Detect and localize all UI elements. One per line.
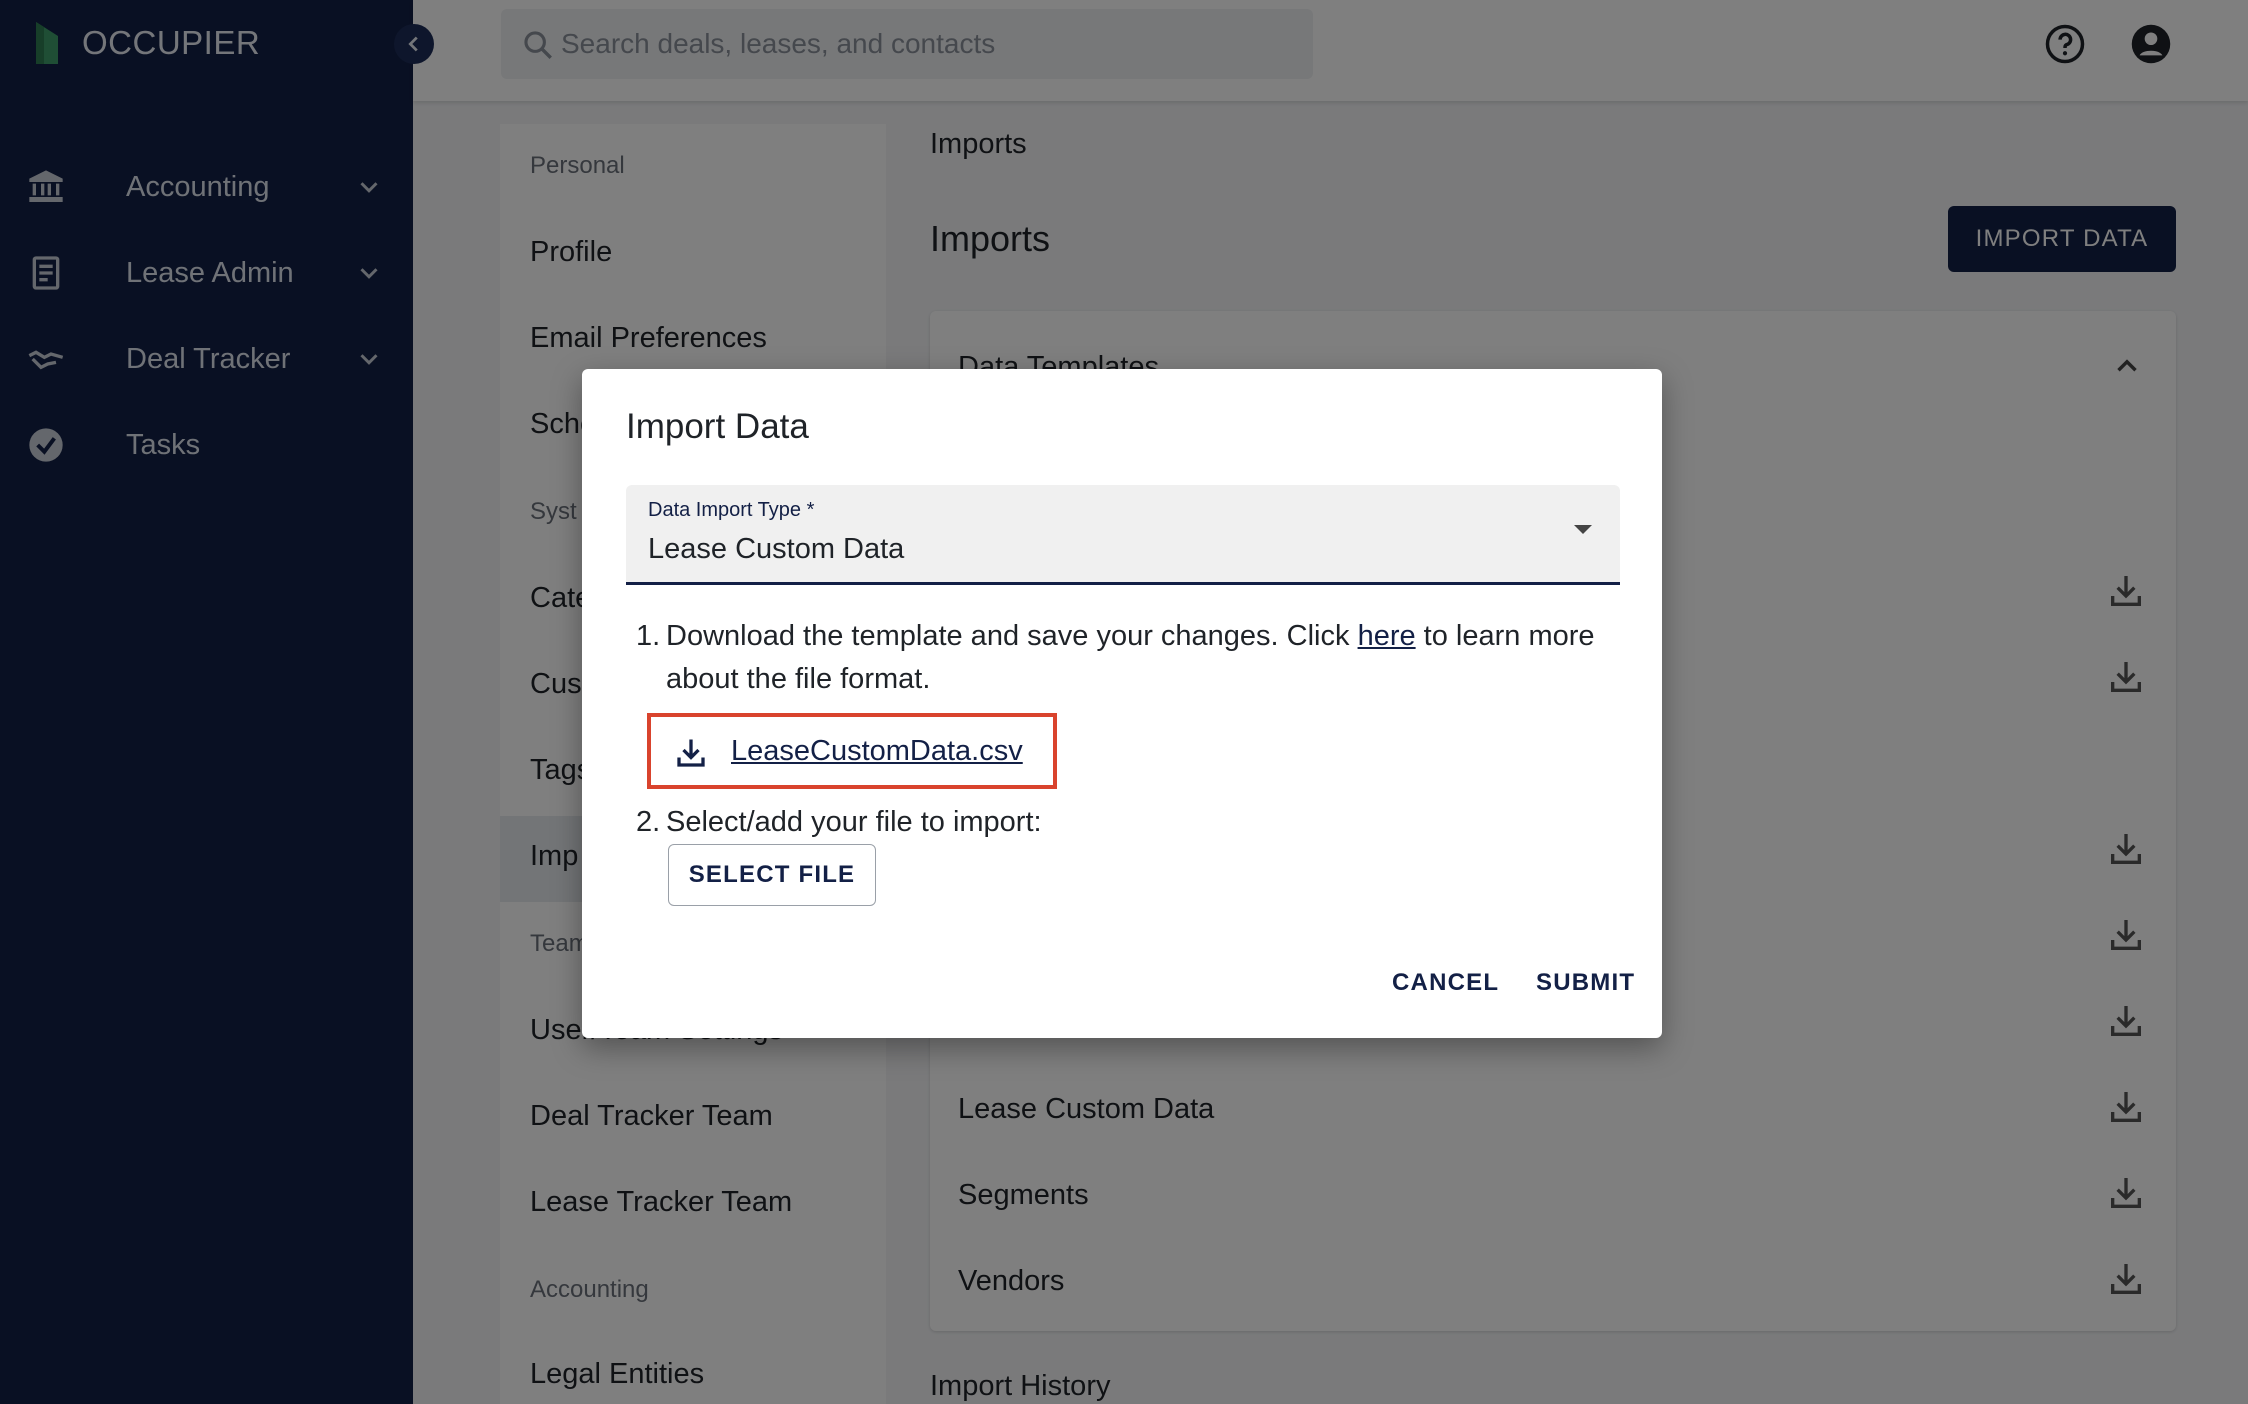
step-1-prefix: Download the template and save your chan… bbox=[666, 620, 1358, 652]
submit-button[interactable]: SUBMIT bbox=[1536, 969, 1635, 997]
cancel-button[interactable]: CANCEL bbox=[1392, 969, 1499, 997]
download-icon bbox=[677, 739, 705, 767]
template-file-link[interactable]: LeaseCustomData.csv bbox=[731, 735, 1023, 768]
import-data-dialog: Import Data Data Import Type * Lease Cus… bbox=[582, 369, 1662, 1038]
step-number: 2. bbox=[636, 806, 661, 838]
template-download-link-highlight[interactable]: LeaseCustomData.csv bbox=[647, 713, 1057, 789]
step-2-text: Select/add your file to import: bbox=[666, 806, 1042, 838]
field-label: Data Import Type * bbox=[648, 499, 815, 521]
data-import-type-select[interactable]: Data Import Type * Lease Custom Data bbox=[626, 485, 1620, 585]
learn-more-link[interactable]: here bbox=[1358, 620, 1416, 652]
dialog-title: Import Data bbox=[626, 407, 809, 446]
step-number: 1. bbox=[636, 620, 661, 652]
field-value: Lease Custom Data bbox=[648, 533, 905, 565]
dropdown-arrow-icon bbox=[1574, 525, 1592, 534]
select-file-button[interactable]: SELECT FILE bbox=[668, 844, 876, 906]
